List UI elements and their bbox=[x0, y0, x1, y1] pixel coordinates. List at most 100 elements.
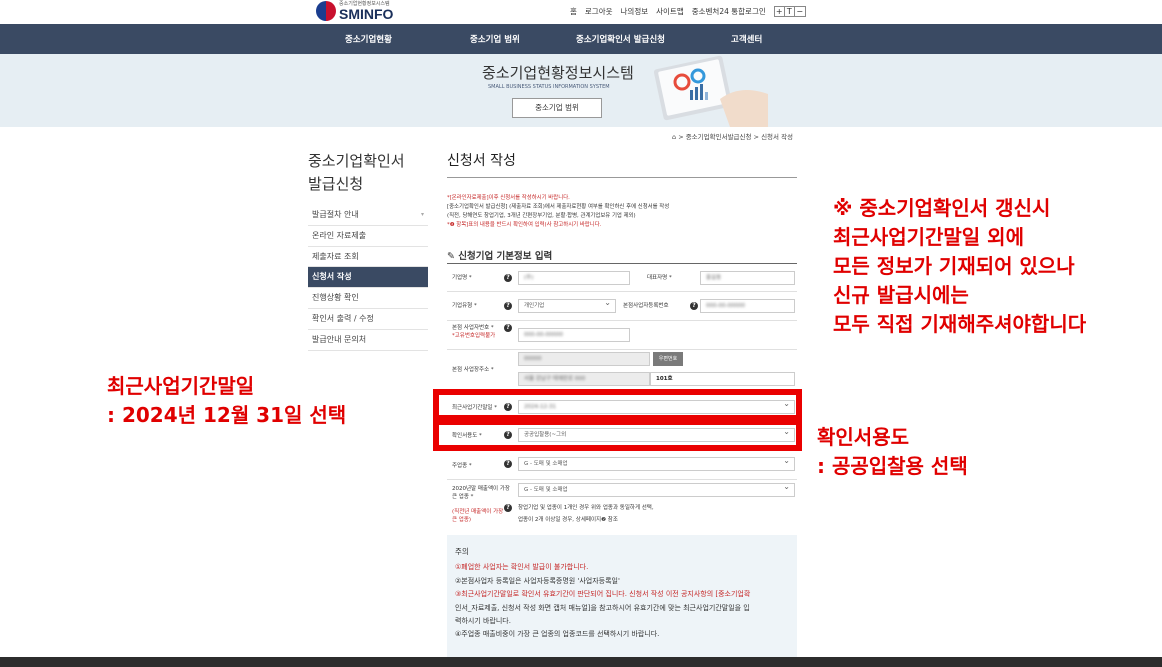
annotation-last-period: 최근사업기간말일 : 2024년 12월 31일 선택 bbox=[107, 372, 346, 430]
sidebar-item-label: 제출자료 조회 bbox=[312, 251, 359, 261]
caution-item: ②본점사업자 등록일은 사업자등록증명원 '사업자등록일' bbox=[455, 576, 620, 585]
edit-icon: ✎ bbox=[447, 251, 459, 262]
font-decrease-button[interactable]: − bbox=[795, 7, 805, 16]
corp-number-label-text: 본점 사업자번호 * bbox=[452, 325, 494, 331]
ceo-name-input[interactable]: 홍길동 bbox=[700, 271, 795, 285]
section-title-text: 신청기업 기본정보 입력 bbox=[458, 251, 553, 262]
integrated-login-link[interactable]: 중소벤처24 통합로그인 bbox=[692, 6, 766, 17]
sidebar-item-progress[interactable]: 진행상황 확인 bbox=[308, 288, 428, 309]
main-industry-value: G - 도매 및 소매업 bbox=[524, 461, 568, 467]
sitemap-link[interactable]: 사이트맵 bbox=[656, 6, 684, 17]
section-title: ✎ 신청기업 기본정보 입력 bbox=[447, 248, 552, 262]
ceo-name-value: 홍길동 bbox=[706, 275, 722, 281]
title-divider bbox=[447, 177, 797, 178]
note-line: *❷ 항목]표의 내용을 반드시 확인하여 입력(사 참고하시기 바랍니다. bbox=[447, 222, 602, 228]
business-number-input[interactable]: 000-00-00000 bbox=[700, 299, 795, 313]
address-detail-value: 101호 bbox=[656, 376, 673, 382]
ceo-label: 대표자명 * bbox=[647, 275, 672, 281]
annotation-line: 확인서용도 bbox=[817, 425, 909, 449]
annotation-purpose: 확인서용도 : 공공입찰용 선택 bbox=[817, 423, 968, 481]
caution-item: ①폐업한 사업자는 확인서 발급이 불가합니다. bbox=[455, 563, 589, 572]
zipcode-search-button[interactable]: 우편번호 bbox=[653, 352, 683, 366]
company-type-label: 기업유형 * bbox=[452, 303, 477, 309]
corp-number-input[interactable]: 000-00-00000 bbox=[518, 328, 630, 342]
annotation-line: 모두 직접 기재해주셔야합니다 bbox=[833, 312, 1087, 336]
taegeuk-logo-icon bbox=[316, 1, 336, 21]
sme-scope-button[interactable]: 중소기업 범위 bbox=[512, 98, 602, 118]
help-icon[interactable]: ? bbox=[690, 302, 698, 310]
sminfo-logo[interactable]: 중소기업현황정보시스템 SMINFO bbox=[316, 1, 393, 21]
zipcode-input[interactable]: 00000 bbox=[518, 352, 650, 366]
utility-links: 홈 로그아웃 나의정보 사이트맵 중소벤처24 통합로그인 + T − bbox=[570, 6, 806, 17]
sidebar-item-print-edit[interactable]: 확인서 출력 / 수정 bbox=[308, 309, 428, 330]
form-row-company: 기업명 * ? (주) 대표자명 * 홍길동 bbox=[447, 264, 797, 292]
sidebar-item-submission-lookup[interactable]: 제출자료 조회 bbox=[308, 247, 428, 268]
address-label: 본점 사업장주소 * bbox=[452, 367, 494, 373]
note-line: *[온라인자료제출]이후 신청서를 작성하시기 바랍니다. bbox=[447, 195, 570, 201]
main-industry-select[interactable]: G - 도매 및 소매업 bbox=[518, 455, 795, 471]
logout-link[interactable]: 로그아웃 bbox=[585, 6, 613, 17]
address-detail-input[interactable]: 101호 bbox=[650, 372, 795, 386]
page-title: 신청서 작성 bbox=[447, 153, 516, 169]
max-sales-industry-value: G - 도매 및 소매업 bbox=[524, 487, 568, 493]
caution-item: 력하시기 바랍니다. bbox=[455, 617, 511, 626]
business-number-label: 본점사업자등록번호 bbox=[623, 303, 669, 309]
nav-sme-scope[interactable]: 중소기업 범위 bbox=[470, 33, 520, 45]
address-main-value: 서울 강남구 테헤란로 000 bbox=[524, 376, 586, 382]
company-type-select[interactable]: 개인기업 bbox=[518, 297, 616, 313]
breadcrumb: ⌂ > 중소기업확인서발급신청 > 신청서 작성 bbox=[672, 133, 794, 141]
help-icon[interactable]: ? bbox=[504, 324, 512, 332]
nav-sme-status[interactable]: 중소기업현황 bbox=[345, 33, 392, 45]
banner-subtitle: SMALL BUSINESS STATUS INFORMATION SYSTEM bbox=[488, 84, 610, 90]
sidebar-item-write-application[interactable]: 신청서 작성 bbox=[308, 267, 428, 289]
tablet-chart-illustration bbox=[653, 55, 768, 127]
corp-number-hint: *고유번호입력불가 bbox=[452, 333, 496, 339]
sidebar-item-contact[interactable]: 발급안내 문의처 bbox=[308, 330, 428, 351]
address-main-input[interactable]: 서울 강남구 테헤란로 000 bbox=[518, 372, 650, 386]
company-name-input[interactable]: (주) bbox=[518, 271, 630, 285]
sidebar-item-online-submission[interactable]: 온라인 자료제출 bbox=[308, 226, 428, 247]
font-size-controls: + T − bbox=[773, 6, 806, 17]
sidebar-item-label: 진행상황 확인 bbox=[312, 293, 359, 303]
annotation-line: : 2024년 12월 31일 선택 bbox=[107, 403, 347, 427]
home-link[interactable]: 홈 bbox=[570, 6, 577, 17]
logo-name: SMINFO bbox=[339, 5, 394, 22]
company-name-value: (주) bbox=[524, 275, 534, 281]
caution-title: 주의 bbox=[455, 547, 469, 556]
caution-box: 주의 ①폐업한 사업자는 확인서 발급이 불가합니다. ②본점사업자 등록일은 … bbox=[447, 535, 797, 657]
annotation-line: 최근사업기간말일 bbox=[107, 374, 255, 398]
help-icon[interactable]: ? bbox=[504, 504, 512, 512]
caution-item: ④주업종 매출비중이 가장 큰 업종의 업종코드를 선택하시기 바랍니다. bbox=[455, 630, 660, 639]
zipcode-value: 00000 bbox=[524, 356, 542, 362]
highlight-box-purpose bbox=[433, 419, 802, 451]
max-sales-hint-label: (직전년 매출액이 가장 큰 업종) bbox=[452, 509, 504, 523]
hero-banner: 중소기업현황정보시스템 SMALL BUSINESS STATUS INFORM… bbox=[0, 54, 1162, 127]
annotation-line: : 공공입찰용 선택 bbox=[817, 454, 968, 478]
nav-certificate-application[interactable]: 중소기업확인서 발급신청 bbox=[576, 33, 665, 45]
max-sales-industry-select[interactable]: G - 도매 및 소매업 bbox=[518, 481, 795, 497]
font-increase-button[interactable]: + bbox=[775, 7, 785, 16]
note-line: [중소기업확인서 발급신청] (제출자료 조회)에서 제출자료현황 여부를 확인… bbox=[447, 204, 670, 210]
note-line: (직전, 당해연도 창업기업, 3개년 간편장부기업, 분할·합병, 관계기업보… bbox=[447, 213, 636, 219]
annotation-line: 모든 정보가 기재되어 있으나 bbox=[833, 254, 1075, 278]
sidebar-menu: 발급절차 안내 ▾ 온라인 자료제출 제출자료 조회 신청서 작성 진행상황 확인… bbox=[308, 205, 428, 351]
max-sales-label: 2020년말 매출액이 가장 큰 업종 * bbox=[452, 486, 510, 500]
my-info-link[interactable]: 나의정보 bbox=[621, 6, 649, 17]
sidebar-title: 중소기업확인서 발급신청 bbox=[308, 150, 428, 196]
form-row-industry: 주업종 * ? G - 도매 및 소매업 bbox=[447, 450, 797, 480]
sidebar-item-procedure[interactable]: 발급절차 안내 ▾ bbox=[308, 205, 428, 226]
sidebar-item-label: 발급절차 안내 bbox=[312, 210, 359, 219]
caution-item: 인서_자료제출, 신청서 작성 화면 캡처 매뉴얼]을 참고하시어 유효기간에 … bbox=[455, 603, 750, 612]
help-icon[interactable]: ? bbox=[504, 302, 512, 310]
max-sales-hint-text: 업종이 2개 이상일 경우, 상세페이지❷ 참조 bbox=[518, 517, 618, 523]
corp-number-label: 본점 사업자번호 * *고유번호입력불가 bbox=[452, 324, 495, 340]
nav-customer-center[interactable]: 고객센터 bbox=[731, 33, 762, 45]
annotation-renewal-note: ※ 중소기업확인서 갱신시 최근사업기간말일 외에 모든 정보가 기재되어 있으… bbox=[833, 194, 1086, 339]
business-number-value: 000-00-00000 bbox=[706, 303, 745, 309]
help-icon[interactable]: ? bbox=[504, 274, 512, 282]
help-icon[interactable]: ? bbox=[504, 460, 512, 468]
sidebar-item-label: 신청서 작성 bbox=[312, 272, 352, 282]
annotation-line: 신규 발급시에는 bbox=[833, 283, 969, 307]
font-default-button[interactable]: T bbox=[785, 7, 795, 16]
form-row-address: 본점 사업장주소 * 00000 우편번호 서울 강남구 테헤란로 000 10… bbox=[447, 350, 797, 390]
